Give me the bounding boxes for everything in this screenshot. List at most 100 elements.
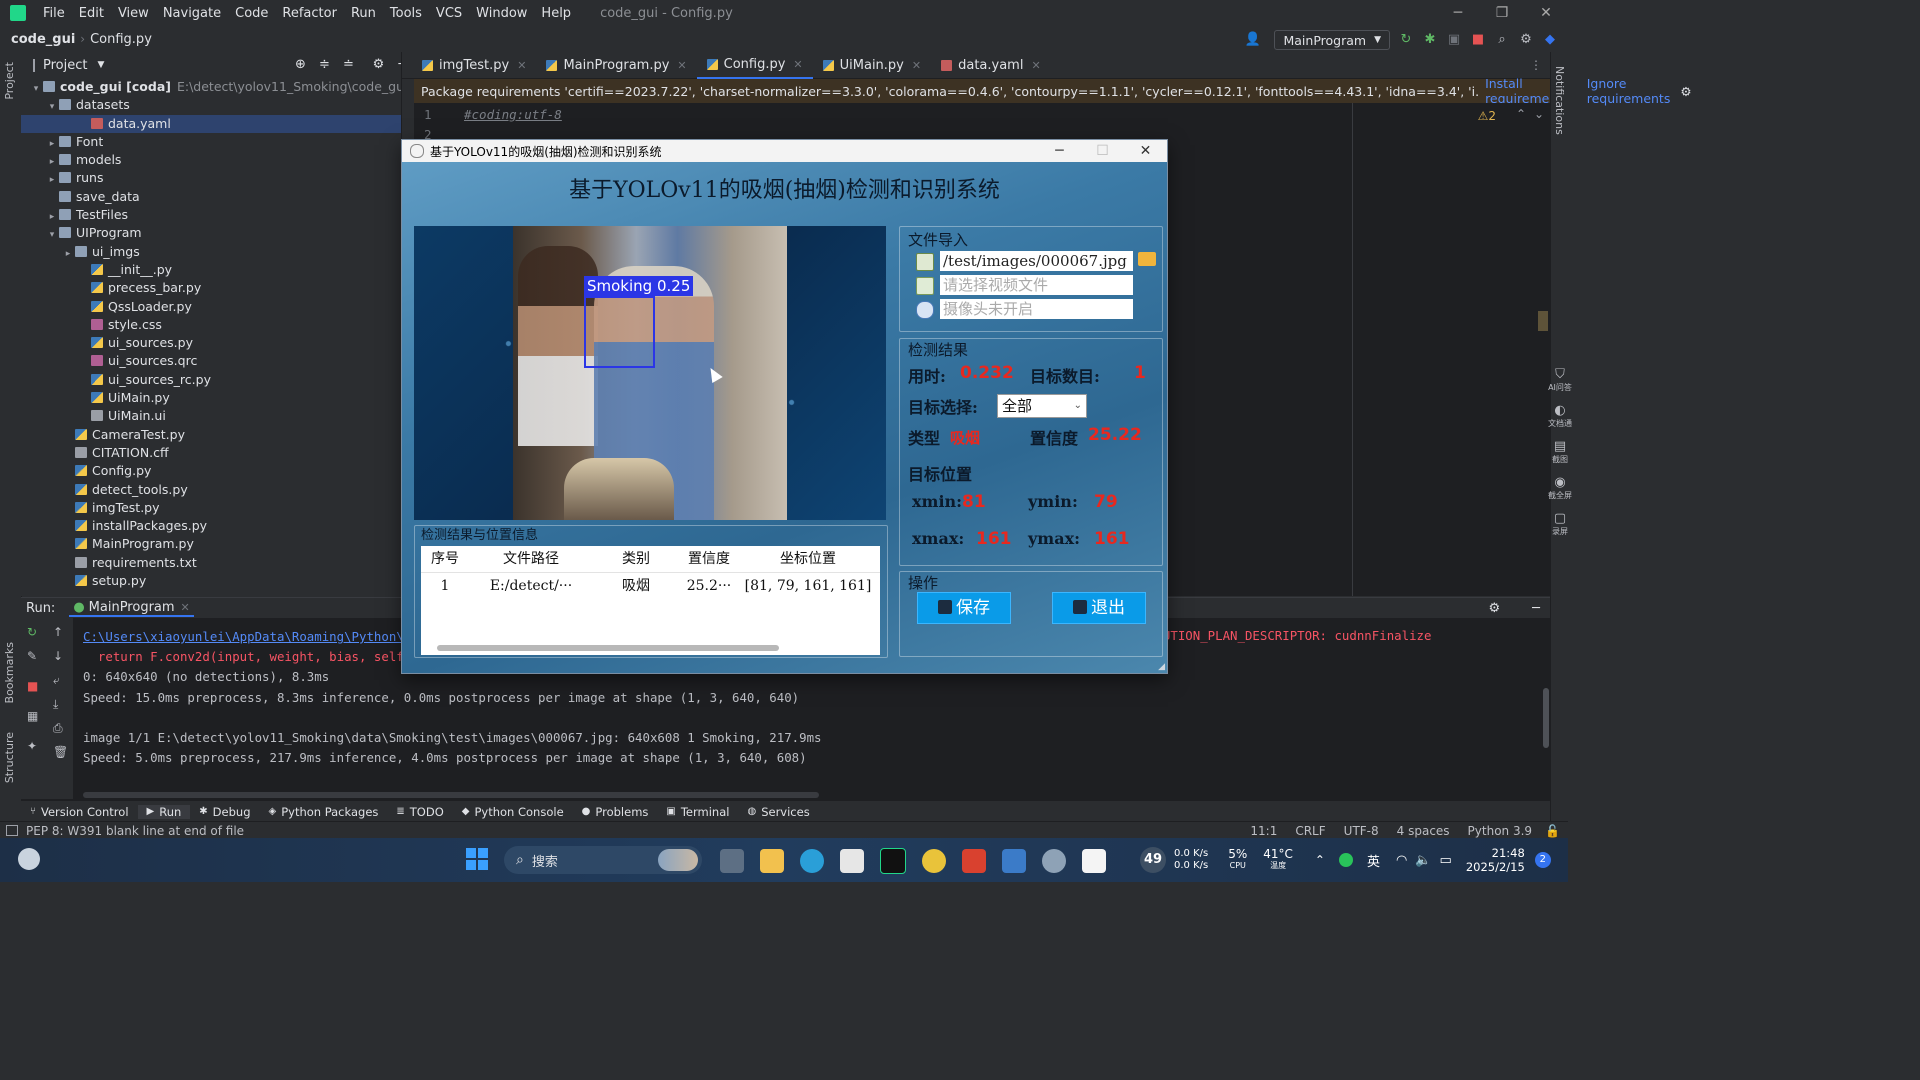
tab-config-py[interactable]: Config.py ✕ — [696, 51, 813, 79]
close-icon[interactable]: ✕ — [517, 59, 526, 72]
stop-icon[interactable]: ■ — [27, 679, 38, 693]
taskbar-search[interactable]: ⌕ 搜索 — [504, 846, 702, 874]
expand-all-icon[interactable]: ≑ — [316, 57, 332, 73]
tree-item[interactable]: ▾ code_gui [coda] E:\detect\yolov11_Smokin… — [21, 78, 401, 96]
menu-item-window[interactable]: Window — [469, 6, 534, 21]
ide-logo-icon[interactable]: ◆ — [1542, 32, 1558, 48]
tree-item[interactable]: ▸ models — [21, 151, 401, 169]
edge-icon[interactable] — [800, 849, 824, 873]
tree-item[interactable]: QssLoader.py — [21, 298, 401, 316]
scroll-to-end-icon[interactable]: ⤓ — [53, 697, 58, 712]
status-item[interactable]: 11:1 — [1241, 824, 1286, 838]
right-tool-item[interactable]: ▢ 录屏 — [1545, 511, 1575, 537]
wechat-icon[interactable] — [1338, 853, 1353, 867]
video-file-icon[interactable] — [916, 277, 934, 295]
tree-item[interactable]: UiMain.ui — [21, 407, 401, 425]
structure-tool-tab[interactable]: Structure — [3, 732, 16, 783]
arrow-up-icon[interactable]: ↑ — [53, 625, 63, 639]
stop-icon[interactable]: ■ — [1470, 32, 1486, 48]
resize-grip-icon[interactable]: ◢ — [1158, 662, 1165, 672]
chevron-up-icon[interactable]: ⌃ — [1516, 107, 1526, 121]
rerun-icon[interactable]: ↻ — [1398, 32, 1414, 48]
tree-item[interactable]: data.yaml — [21, 114, 401, 133]
close-icon[interactable]: ✕ — [677, 59, 686, 72]
tree-item[interactable]: ui_sources_rc.py — [21, 371, 401, 389]
exit-button[interactable]: 退出 — [1052, 592, 1146, 624]
chevron-up-icon[interactable]: ⌃ — [1315, 853, 1325, 867]
status-item[interactable]: CRLF — [1286, 824, 1334, 838]
start-icon[interactable] — [466, 848, 488, 870]
notifications-tool-tab[interactable]: Notifications — [1553, 66, 1566, 135]
tree-item[interactable]: ▸ Font — [21, 133, 401, 151]
menu-item-tools[interactable]: Tools — [383, 6, 429, 21]
widgets-icon[interactable] — [18, 848, 40, 870]
target-select-combobox[interactable]: 全部 ⌄ — [997, 394, 1087, 418]
bookmarks-tool-tab[interactable]: Bookmarks — [3, 642, 16, 703]
menu-item-vcs[interactable]: VCS — [429, 6, 469, 21]
locate-icon[interactable]: ⊕ — [292, 57, 308, 73]
wifi-icon[interactable]: ◠ — [1396, 853, 1407, 868]
image-path-field[interactable]: /test/images/000067.jpg — [940, 251, 1133, 271]
pin-icon[interactable]: ✦ — [27, 739, 37, 753]
status-item[interactable]: 4 spaces — [1388, 824, 1459, 838]
folder-open-icon[interactable] — [1138, 252, 1156, 266]
table-horizontal-scrollbar[interactable] — [437, 645, 779, 651]
right-tool-item[interactable]: ▤ 截图 — [1545, 439, 1575, 465]
menu-item-file[interactable]: File — [36, 6, 72, 21]
menu-item-help[interactable]: Help — [534, 6, 578, 21]
run-tab-mainprogram[interactable]: ● MainProgram ✕ — [69, 600, 194, 617]
editor-scrollbar-marker[interactable] — [1538, 311, 1548, 331]
right-tool-item[interactable]: ⛉ AI问答 — [1545, 367, 1575, 393]
close-icon[interactable]: ✕ — [1524, 5, 1568, 21]
menu-item-edit[interactable]: Edit — [72, 6, 111, 21]
save-button[interactable]: 保存 — [917, 592, 1011, 624]
arrow-down-icon[interactable]: ↓ — [53, 649, 63, 663]
tool-tab-todo[interactable]: ≣ TODO — [387, 805, 452, 819]
battery-icon[interactable]: ▭ — [1440, 853, 1452, 868]
tool-tab-terminal[interactable]: ▣ Terminal — [657, 805, 738, 819]
status-message[interactable]: PEP 8: W391 blank line at end of file — [26, 824, 244, 838]
tree-item[interactable]: ui_sources.py — [21, 334, 401, 352]
tree-item[interactable]: CITATION.cff — [21, 444, 401, 462]
tree-item[interactable]: ▾ UIProgram — [21, 224, 401, 242]
ime-indicator[interactable]: 英 — [1367, 851, 1380, 870]
console-horizontal-scrollbar[interactable] — [83, 792, 819, 798]
document-icon[interactable] — [1082, 849, 1106, 873]
project-tool-tab[interactable]: Project — [3, 62, 16, 100]
search-icon[interactable]: ⌕ — [1494, 32, 1510, 48]
console-scrollbar[interactable] — [1543, 688, 1549, 748]
tool-tab-debug[interactable]: ✱ Debug — [190, 805, 259, 819]
app-window-icon[interactable] — [1042, 849, 1066, 873]
menu-item-run[interactable]: Run — [344, 6, 383, 21]
camera-icon[interactable] — [916, 301, 934, 319]
menu-item-refactor[interactable]: Refactor — [275, 6, 344, 21]
menu-item-view[interactable]: View — [111, 6, 156, 21]
right-tool-item[interactable]: ◉ 截全屏 — [1545, 475, 1575, 501]
tree-item[interactable]: imgTest.py — [21, 499, 401, 517]
menu-item-code[interactable]: Code — [228, 6, 275, 21]
close-icon[interactable]: ✕ — [1124, 143, 1167, 159]
trash-icon[interactable]: 🗑 — [53, 745, 68, 759]
gear-icon[interactable]: ⚙ — [370, 57, 386, 73]
image-file-icon[interactable] — [916, 253, 934, 271]
tree-item[interactable]: requirements.txt — [21, 554, 401, 572]
ignore-requirements-link[interactable]: Ignore requirements — [1587, 76, 1671, 106]
hide-icon[interactable]: ─ — [394, 57, 401, 73]
coverage-icon[interactable]: ▣ — [1446, 32, 1462, 48]
tree-item[interactable]: ▸ ui_imgs — [21, 243, 401, 261]
tool-tab-problems[interactable]: ● Problems — [573, 805, 658, 819]
rerun-icon[interactable]: ↻ — [27, 625, 37, 639]
tree-item[interactable]: detect_tools.py — [21, 481, 401, 499]
tab-mainprogram-py[interactable]: MainProgram.py ✕ — [536, 52, 696, 78]
tree-item[interactable]: style.css — [21, 316, 401, 334]
run-configuration-select[interactable]: MainProgram ▼ — [1274, 30, 1390, 50]
lock-icon[interactable]: 🔓 — [1545, 824, 1560, 838]
chrome-icon[interactable] — [922, 849, 946, 873]
tree-item[interactable]: UiMain.py — [21, 389, 401, 407]
hide-icon[interactable]: ─ — [1532, 601, 1540, 616]
tree-item[interactable]: save_data — [21, 188, 401, 206]
tool-tab-version-control[interactable]: ⑂ Version Control — [21, 805, 138, 819]
photos-icon[interactable] — [1002, 849, 1026, 873]
tool-tab-python-packages[interactable]: ◈ Python Packages — [260, 805, 388, 819]
tree-item[interactable]: ▸ runs — [21, 169, 401, 187]
